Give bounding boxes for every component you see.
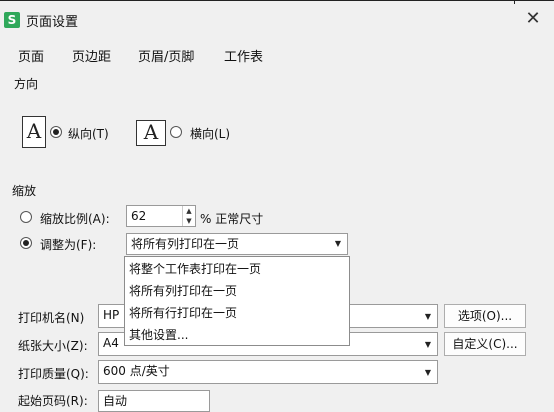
- fit-to-label[interactable]: 调整为(F):: [40, 236, 96, 253]
- quality-label: 打印质量(Q):: [18, 367, 89, 381]
- paper-value: A4: [103, 336, 119, 350]
- scale-ratio-suffix: % 正常尺寸: [200, 212, 264, 226]
- scaling-label: 缩放: [12, 184, 37, 198]
- printer-label: 打印机名(N): [18, 311, 85, 325]
- landscape-label[interactable]: 横向(L): [190, 125, 230, 142]
- app-icon: S: [4, 12, 20, 28]
- title-bar: [0, 0, 554, 43]
- dialog-title: 页面设置: [26, 15, 79, 30]
- paper-custom-button[interactable]: 自定义(C)...: [444, 332, 526, 356]
- tab-header-footer[interactable]: 页眉/页脚: [138, 46, 194, 65]
- close-icon[interactable]: ✕: [522, 8, 544, 30]
- tab-page[interactable]: 页面: [18, 46, 44, 65]
- fit-to-dropdown: 将整个工作表打印在一页 将所有列打印在一页 将所有行打印在一页 其他设置...: [124, 256, 350, 346]
- quality-value: 600 点/英寸: [103, 364, 170, 378]
- start-page-label: 起始页码(R):: [18, 394, 88, 408]
- fit-to-select[interactable]: 将所有列打印在一页 ▼: [126, 233, 348, 255]
- chevron-down-icon: ▼: [424, 368, 431, 377]
- quality-select[interactable]: 600 点/英寸 ▼: [98, 360, 438, 384]
- portrait-radio[interactable]: [50, 126, 62, 138]
- landscape-radio[interactable]: [170, 126, 182, 138]
- window-edge-tick: [514, 0, 515, 4]
- option-fit-sheet-one-page[interactable]: 将整个工作表打印在一页: [129, 260, 261, 277]
- chevron-down-icon: ▼: [424, 312, 431, 321]
- option-fit-rows-one-page[interactable]: 将所有行打印在一页: [129, 304, 237, 321]
- scale-ratio-radio[interactable]: [20, 211, 32, 223]
- paper-label: 纸张大小(Z):: [18, 339, 88, 353]
- printer-value: HP: [103, 308, 120, 322]
- spin-up-icon[interactable]: ▲: [183, 206, 195, 216]
- start-page-value: 自动: [103, 394, 128, 408]
- scale-ratio-label[interactable]: 缩放比例(A):: [40, 210, 110, 227]
- landscape-page-icon: A: [136, 120, 166, 146]
- chevron-down-icon: ▼: [424, 340, 431, 349]
- orientation-label: 方向: [14, 77, 39, 91]
- scale-ratio-spinner[interactable]: ▲ ▼: [182, 206, 196, 226]
- tab-margins[interactable]: 页边距: [72, 46, 111, 65]
- fit-to-selected: 将所有列打印在一页: [131, 237, 240, 251]
- option-other-settings[interactable]: 其他设置...: [129, 326, 188, 343]
- spin-down-icon[interactable]: ▼: [183, 216, 195, 226]
- option-fit-columns-one-page[interactable]: 将所有列打印在一页: [129, 282, 237, 299]
- scale-ratio-value: 62: [131, 209, 147, 223]
- chevron-down-icon: ▼: [334, 239, 341, 248]
- portrait-label[interactable]: 纵向(T): [68, 125, 109, 142]
- tab-sheet[interactable]: 工作表: [224, 46, 263, 65]
- portrait-page-icon: A: [22, 116, 46, 148]
- printer-options-button[interactable]: 选项(O)...: [444, 304, 526, 328]
- fit-to-radio[interactable]: [20, 237, 32, 249]
- start-page-input[interactable]: 自动: [98, 390, 210, 412]
